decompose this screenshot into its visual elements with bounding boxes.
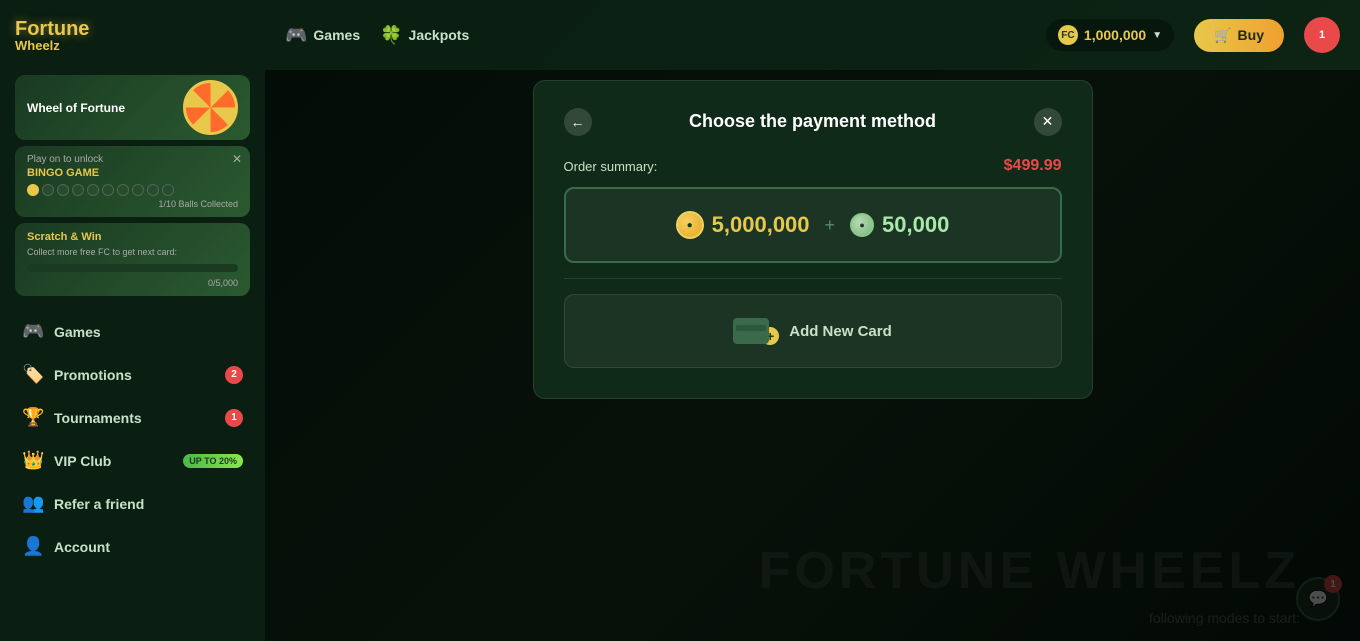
sidebar-item-promotions[interactable]: 🏷️ Promotions 2 <box>10 354 255 395</box>
bingo-dot-7 <box>117 184 129 196</box>
bingo-dot-2 <box>42 184 54 196</box>
sidebar: Fortune Wheelz Wheel of Fortune ✕ Play o… <box>0 0 265 641</box>
credit-card-icon <box>733 318 769 344</box>
gold-coin-icon: ● <box>676 211 704 239</box>
bingo-dot-8 <box>132 184 144 196</box>
silver-coin-amount: 50,000 <box>882 212 949 238</box>
bingo-close-icon[interactable]: ✕ <box>232 152 242 166</box>
promo-cards-section: Wheel of Fortune ✕ Play on to unlock BIN… <box>0 70 265 301</box>
sidebar-item-vip-club[interactable]: 👑 VIP Club UP TO 20% <box>10 440 255 481</box>
wheel-icon <box>183 80 238 135</box>
sidebar-item-label-refer: Refer a friend <box>54 496 243 512</box>
bingo-dot-6 <box>102 184 114 196</box>
buy-cart-icon: 🛒 <box>1214 27 1231 44</box>
refer-icon: 👥 <box>22 493 44 514</box>
topnav-games-label: Games <box>313 27 360 43</box>
sidebar-item-label-games: Games <box>54 324 243 340</box>
bingo-progress-text: 1/10 Balls Collected <box>27 199 238 209</box>
sidebar-item-label-tournaments: Tournaments <box>54 410 215 426</box>
tournaments-badge: 1 <box>225 409 243 427</box>
topnav-jackpots-label: Jackpots <box>409 27 470 43</box>
add-card-label: Add New Card <box>789 323 892 340</box>
scratch-card-desc: Collect more free FC to get next card: <box>27 247 238 257</box>
balance-display[interactable]: FC 1,000,000 ▼ <box>1046 19 1174 51</box>
silver-coin-group: ● 50,000 <box>850 212 949 238</box>
bingo-dot-3 <box>57 184 69 196</box>
bingo-dots <box>27 184 238 196</box>
logo-text-line1: Fortune <box>15 19 89 39</box>
logo[interactable]: Fortune Wheelz <box>15 19 89 52</box>
payment-modal: ← Choose the payment method ✕ Order summ… <box>533 80 1093 399</box>
topnav-games[interactable]: 🎮 Games <box>285 25 360 46</box>
rank-badge[interactable]: 1 <box>1304 17 1340 53</box>
balance-chevron-icon: ▼ <box>1152 30 1162 41</box>
modal-title: Choose the payment method <box>689 111 936 132</box>
sidebar-nav: 🎮 Games 🏷️ Promotions 2 🏆 Tournaments 1 … <box>0 311 265 567</box>
bingo-game-name: BINGO GAME <box>27 167 238 179</box>
bingo-dot-5 <box>87 184 99 196</box>
modal-close-button[interactable]: ✕ <box>1034 108 1062 136</box>
sidebar-item-label-account: Account <box>54 539 243 555</box>
topnav-games-icon: 🎮 <box>285 25 307 46</box>
sidebar-item-refer-a-friend[interactable]: 👥 Refer a friend <box>10 483 255 524</box>
topnav-jackpots-icon: 🍀 <box>380 25 402 46</box>
buy-button[interactable]: 🛒 Buy <box>1194 19 1284 52</box>
logo-text-line2: Wheelz <box>15 39 60 52</box>
rank-number: 1 <box>1319 29 1325 41</box>
add-new-card-button[interactable]: + Add New Card <box>564 294 1062 368</box>
modal-back-button[interactable]: ← <box>564 108 592 136</box>
wheel-card-label: Wheel of Fortune <box>27 101 125 115</box>
sidebar-header: Fortune Wheelz <box>0 0 265 70</box>
top-navigation: 🎮 Games 🍀 Jackpots FC 1,000,000 ▼ 🛒 Buy … <box>265 0 1360 70</box>
close-x-icon: ✕ <box>1042 113 1054 130</box>
bingo-dot-9 <box>147 184 159 196</box>
games-icon: 🎮 <box>22 321 44 342</box>
package-card: ● 5,000,000 + ● 50,000 <box>564 187 1062 263</box>
bingo-play-text: Play on to unlock <box>27 154 238 165</box>
wheel-of-fortune-card[interactable]: Wheel of Fortune <box>15 75 250 140</box>
topnav-jackpots[interactable]: 🍀 Jackpots <box>380 25 469 46</box>
promotions-icon: 🏷️ <box>22 364 44 385</box>
bingo-dot-10 <box>162 184 174 196</box>
vip-up-badge: UP TO 20% <box>183 454 243 468</box>
account-icon: 👤 <box>22 536 44 557</box>
sidebar-item-label-promotions: Promotions <box>54 367 215 383</box>
balance-amount: 1,000,000 <box>1084 27 1146 43</box>
sidebar-item-label-vip: VIP Club <box>54 453 173 469</box>
modal-divider <box>564 278 1062 279</box>
bingo-dot-4 <box>72 184 84 196</box>
order-price: $499.99 <box>1004 157 1062 175</box>
modal-overlay: ← Choose the payment method ✕ Order summ… <box>265 70 1360 641</box>
bingo-card[interactable]: ✕ Play on to unlock BINGO GAME 1/10 Ball… <box>15 146 250 217</box>
order-summary-label: Order summary: <box>564 159 658 174</box>
scratch-card-title: Scratch & Win <box>27 231 238 243</box>
tournaments-icon: 🏆 <box>22 407 44 428</box>
coin-separator: + <box>825 215 836 236</box>
scratch-card[interactable]: Scratch & Win Collect more free FC to ge… <box>15 223 250 296</box>
scratch-progress-text: 0/5,000 <box>27 278 238 288</box>
promotions-badge: 2 <box>225 366 243 384</box>
sidebar-item-tournaments[interactable]: 🏆 Tournaments 1 <box>10 397 255 438</box>
modal-header: ← Choose the payment method ✕ <box>564 111 1062 132</box>
gold-coin-amount: 5,000,000 <box>712 212 810 238</box>
sidebar-item-account[interactable]: 👤 Account <box>10 526 255 567</box>
back-arrow-icon: ← <box>571 114 585 130</box>
balance-icon: FC <box>1058 25 1078 45</box>
sidebar-item-games[interactable]: 🎮 Games <box>10 311 255 352</box>
silver-coin-icon: ● <box>850 213 874 237</box>
main-content: FORTUNE WHEELZ following modes to start:… <box>265 70 1360 641</box>
vip-icon: 👑 <box>22 450 44 471</box>
scratch-progress-bar <box>27 264 238 272</box>
bingo-dot-1 <box>27 184 39 196</box>
order-summary-row: Order summary: $499.99 <box>564 157 1062 175</box>
gold-coin-group: ● 5,000,000 <box>676 211 810 239</box>
buy-label: Buy <box>1238 27 1264 43</box>
card-icon-wrapper: + <box>733 317 779 345</box>
